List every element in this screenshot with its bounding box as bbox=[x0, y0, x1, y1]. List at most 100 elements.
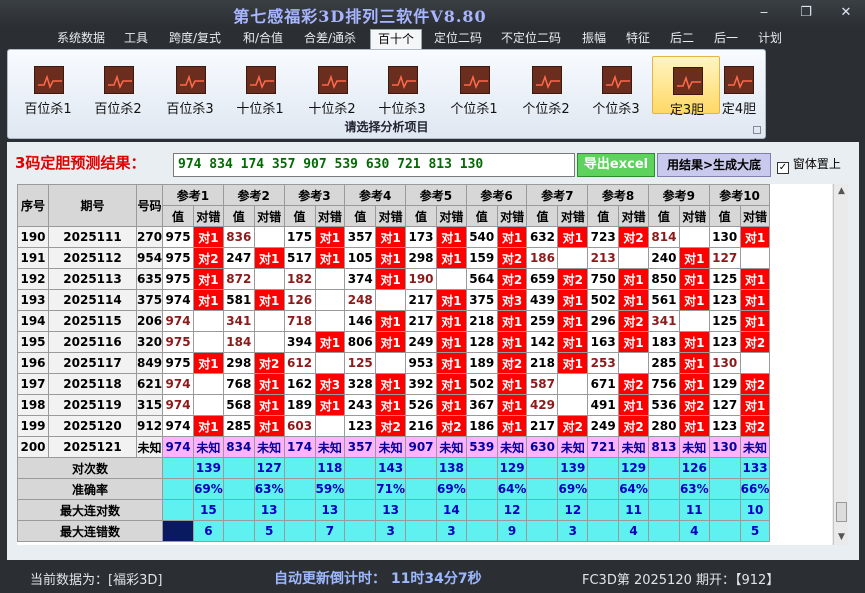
vertical-scrollbar[interactable]: ▲ ▼ bbox=[833, 184, 848, 545]
table-row[interactable]: 190 2025111 270 975 对1 836 175 对1 357 对1 173 对1 540 对… bbox=[17, 226, 771, 248]
header-value[interactable]: 值 bbox=[587, 205, 620, 227]
header-hit[interactable]: 对错 bbox=[193, 205, 224, 227]
row-period: 2025119 bbox=[48, 394, 137, 416]
menu-item-unfixed-two[interactable]: 不定位二码 bbox=[494, 29, 568, 49]
header-seq[interactable]: 序号 bbox=[17, 184, 49, 227]
table-row[interactable]: 193 2025114 375 974 对1 581 对1 126 248 217 对1 375 对3 4… bbox=[17, 289, 771, 311]
cell-value: 603 bbox=[283, 415, 316, 437]
header-value[interactable]: 值 bbox=[344, 205, 377, 227]
header-value[interactable]: 值 bbox=[405, 205, 437, 227]
menu-item-span[interactable]: 跨度/复式 bbox=[163, 29, 227, 49]
menu-item-last-one[interactable]: 后一 bbox=[708, 29, 744, 49]
cell-value: 974 bbox=[162, 436, 195, 458]
header-number[interactable]: 号码 bbox=[135, 184, 164, 227]
table-row[interactable]: 195 2025116 320 975 184 394 对1 806 对1 249 对1 128 对1 1… bbox=[17, 331, 771, 353]
topmost-checkbox[interactable]: ✓ 窗体置上 bbox=[777, 155, 841, 174]
header-ref-2[interactable]: 参考2 bbox=[222, 184, 285, 206]
header-hit[interactable]: 对错 bbox=[375, 205, 406, 227]
stats-value: 4 bbox=[678, 520, 710, 542]
menu-item-position[interactable]: 百十个 bbox=[370, 29, 422, 49]
ribbon-button-2[interactable]: 百位杀2 bbox=[84, 56, 152, 117]
ribbon-button-1[interactable]: 百位杀1 bbox=[14, 56, 82, 117]
menu-item-sum[interactable]: 和/合值 bbox=[236, 29, 290, 49]
header-value[interactable]: 值 bbox=[162, 205, 195, 227]
stats-value: 133 bbox=[739, 457, 771, 479]
cell-value: 540 bbox=[465, 226, 498, 248]
ribbon-button-8[interactable]: 个位杀2 bbox=[512, 56, 580, 117]
table-row[interactable]: 198 2025119 315 974 568 对1 189 对1 243 对1 526 对1 367 对… bbox=[17, 394, 771, 416]
header-hit[interactable]: 对错 bbox=[618, 205, 649, 227]
header-ref-3[interactable]: 参考3 bbox=[283, 184, 346, 206]
header-ref-6[interactable]: 参考6 bbox=[465, 184, 528, 206]
header-ref-4[interactable]: 参考4 bbox=[344, 184, 406, 206]
table-row[interactable]: 191 2025112 954 975 对2 247 对1 517 对1 105 对1 298 对1 15… bbox=[17, 247, 771, 269]
export-excel-button[interactable]: 导出excel bbox=[577, 153, 655, 177]
header-hit[interactable]: 对错 bbox=[496, 205, 528, 227]
menu-item-plan[interactable]: 计划 bbox=[752, 29, 788, 49]
header-hit[interactable]: 对错 bbox=[314, 205, 346, 227]
ribbon-button-label: 定4胆 bbox=[721, 102, 757, 117]
header-hit[interactable]: 对错 bbox=[557, 205, 589, 227]
stats-spacer bbox=[222, 520, 255, 542]
header-ref-8[interactable]: 参考8 bbox=[587, 184, 649, 206]
menu-item-fixed-two[interactable]: 定位二码 bbox=[428, 29, 488, 49]
header-hit[interactable]: 对错 bbox=[678, 205, 710, 227]
cell-hit: 对1 bbox=[193, 415, 224, 437]
cell-hit: 对1 bbox=[496, 394, 528, 416]
table-row[interactable]: 197 2025118 621 974 768 对1 162 对3 328 对1 392 对1 502 对… bbox=[17, 373, 771, 395]
header-hit[interactable]: 对错 bbox=[436, 205, 467, 227]
stats-spacer bbox=[222, 499, 255, 521]
header-hit[interactable]: 对错 bbox=[739, 205, 771, 227]
restore-icon[interactable]: ❐ bbox=[794, 4, 818, 22]
header-ref-10[interactable]: 参考10 bbox=[708, 184, 771, 206]
menu-item-system-data[interactable]: 系统数据 bbox=[50, 29, 112, 49]
header-ref-5[interactable]: 参考5 bbox=[405, 184, 467, 206]
ribbon-button-4[interactable]: 十位杀1 bbox=[226, 56, 294, 117]
header-value[interactable]: 值 bbox=[465, 205, 498, 227]
ribbon-button-6[interactable]: 十位杀3 bbox=[368, 56, 436, 117]
ribbon-button-10[interactable]: 定3胆 bbox=[652, 56, 720, 118]
close-icon[interactable]: ✕ bbox=[834, 4, 858, 22]
stats-spacer bbox=[526, 457, 559, 479]
menu-item-amplitude[interactable]: 振幅 bbox=[576, 29, 612, 49]
table-row[interactable]: 192 2025113 635 975 对1 872 182 374 对1 190 564 对2 659… bbox=[17, 268, 771, 290]
ribbon-button-7[interactable]: 个位杀1 bbox=[440, 56, 508, 117]
table-row[interactable]: 196 2025117 849 975 对1 298 对2 612 125 953 对1 189 对2 2… bbox=[17, 352, 771, 374]
menu-item-diff-kill[interactable]: 合差/通杀 bbox=[297, 29, 363, 49]
header-ref-7[interactable]: 参考7 bbox=[526, 184, 589, 206]
scroll-down-icon[interactable]: ▼ bbox=[834, 530, 849, 545]
header-ref-1[interactable]: 参考1 bbox=[162, 184, 224, 206]
cell-value: 247 bbox=[222, 247, 255, 269]
scroll-up-icon[interactable]: ▲ bbox=[834, 184, 849, 199]
scroll-thumb[interactable] bbox=[836, 502, 847, 522]
prediction-result-field[interactable]: 974 834 174 357 907 539 630 721 813 130 bbox=[173, 153, 575, 177]
checkbox-checked-icon[interactable]: ✓ bbox=[777, 162, 789, 174]
header-value[interactable]: 值 bbox=[222, 205, 255, 227]
header-value[interactable]: 值 bbox=[708, 205, 741, 227]
header-hit[interactable]: 对错 bbox=[253, 205, 285, 227]
menu-item-feature[interactable]: 特征 bbox=[620, 29, 656, 49]
header-value[interactable]: 值 bbox=[283, 205, 316, 227]
ribbon-button-3[interactable]: 百位杀3 bbox=[156, 56, 224, 117]
stats-value: 10 bbox=[739, 499, 771, 521]
cell-value: 374 bbox=[344, 268, 377, 290]
table-row[interactable]: 199 2025120 912 974 对1 285 对1 603 123 对2 216 对2 186 对… bbox=[17, 415, 771, 437]
cell-hit: 对1 bbox=[375, 226, 406, 248]
cell-hit: 对1 bbox=[739, 226, 771, 248]
header-period[interactable]: 期号 bbox=[48, 184, 137, 227]
header-value[interactable]: 值 bbox=[647, 205, 680, 227]
ribbon-button-11[interactable]: 定4胆 bbox=[712, 56, 766, 117]
minimize-icon[interactable]: ‒ bbox=[752, 4, 776, 22]
cell-hit: 对1 bbox=[678, 289, 710, 311]
ribbon-expand-icon[interactable] bbox=[753, 126, 761, 134]
ribbon-button-5[interactable]: 十位杀2 bbox=[298, 56, 366, 117]
menu-item-last-two[interactable]: 后二 bbox=[664, 29, 700, 49]
menu-item-tools[interactable]: 工具 bbox=[117, 29, 155, 49]
table-row[interactable]: 194 2025115 206 974 341 718 146 对1 217 对1 218 对1 259… bbox=[17, 310, 771, 332]
header-ref-9[interactable]: 参考9 bbox=[647, 184, 710, 206]
cell-value: 581 bbox=[222, 289, 255, 311]
generate-base-button[interactable]: 用结果>生成大底 bbox=[657, 153, 771, 177]
header-value[interactable]: 值 bbox=[526, 205, 559, 227]
pending-row[interactable]: 200 2025121 未知 974 未知 834 未知 174 未知 357 未知 907 未知 539… bbox=[17, 436, 771, 458]
ribbon-button-9[interactable]: 个位杀3 bbox=[582, 56, 650, 117]
